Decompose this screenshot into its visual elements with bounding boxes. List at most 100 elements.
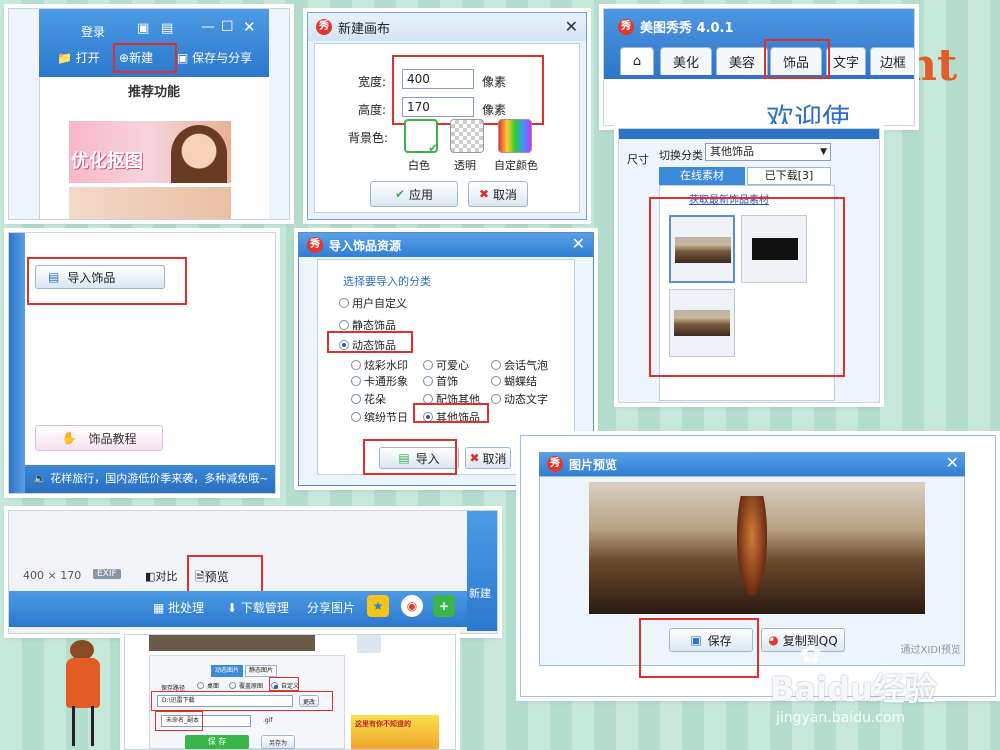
tab-dynamic-image[interactable]: 动态图片 xyxy=(211,665,243,677)
category-select[interactable]: 其他饰品 ▼ xyxy=(705,143,831,161)
sub-option-label: 首饰 xyxy=(436,375,458,388)
download-manager-button[interactable]: ⬇ 下载管理 xyxy=(227,599,289,616)
bg-transparent-label: 透明 xyxy=(454,159,476,172)
ext-select[interactable]: .gif xyxy=(263,717,273,724)
minimize-icon[interactable]: — xyxy=(201,19,215,35)
apply-button[interactable]: ✔ 应用 xyxy=(370,181,458,207)
change-button[interactable]: 更改 xyxy=(299,695,319,707)
message-icon[interactable]: ▣ xyxy=(137,21,149,36)
open-button[interactable]: 📁 打开 xyxy=(57,49,100,66)
compare-button[interactable]: ◧对比 xyxy=(145,568,177,584)
save-button[interactable]: 保 存 xyxy=(185,735,249,749)
tab-online[interactable]: 在线素材 xyxy=(659,167,745,185)
exif-badge[interactable]: EXIF xyxy=(93,569,121,579)
radio-overwrite[interactable]: 覆盖原图 xyxy=(229,681,263,690)
radio-desktop[interactable]: 桌面 xyxy=(197,681,219,690)
main-tabs-panel: 秀 美图秀秀 4.0.1 ⌂ 美化 美容 饰品 文字 边框 欢迎使 xyxy=(603,8,915,126)
radio-dynamic[interactable]: 动态饰品 xyxy=(339,337,396,353)
path-field[interactable]: D:\迅雷下载 xyxy=(157,695,293,707)
material-thumb-1[interactable] xyxy=(669,215,735,283)
tab-beauty[interactable]: 美容 xyxy=(716,47,768,75)
batch-button[interactable]: ▦ 批处理 xyxy=(153,599,204,616)
import-accessory-button[interactable]: ▤ 导入饰品 xyxy=(35,265,165,289)
bg-white-label: 白色 xyxy=(408,159,430,172)
sub-option[interactable]: 首饰 xyxy=(423,373,458,389)
right-edge-strip xyxy=(467,511,497,631)
new-button[interactable]: ⊕新建 xyxy=(119,49,153,66)
sub-option-label: 会话气泡 xyxy=(504,359,548,372)
ad-banner[interactable]: 这里有你不知道的 xyxy=(351,715,439,749)
save-button[interactable]: ▣ 保存 xyxy=(669,628,753,652)
sub-option[interactable]: 缤纷节日 xyxy=(351,409,408,425)
bg-white-swatch[interactable]: ✔ xyxy=(404,119,438,155)
materials-panel: 尺寸 切换分类 其他饰品 ▼ 在线素材 已下载[3] 获取最新饰品素材 xyxy=(618,128,880,403)
tab-home[interactable]: ⌂ xyxy=(620,47,654,75)
cancel-button[interactable]: ✖ 取消 xyxy=(468,181,528,207)
materials-top-strip xyxy=(619,129,879,139)
preview-button[interactable]: 🗎预览 xyxy=(195,568,229,589)
tab-beautify[interactable]: 美化 xyxy=(660,47,712,75)
sub-option[interactable]: 配饰其他 xyxy=(423,391,480,407)
weibo-icon[interactable]: ◉ xyxy=(401,595,423,617)
floppy-icon: ▣ xyxy=(690,633,702,647)
sub-option[interactable]: 花朵 xyxy=(351,391,386,407)
get-materials-link[interactable]: 获取最新饰品素材 xyxy=(689,191,769,206)
tab-accessories[interactable]: 饰品 xyxy=(770,47,822,75)
sub-option[interactable]: 动态文字 xyxy=(491,391,548,407)
marquee-bar[interactable]: 🔈 花样旅行，国内游低价季来袭，多种减免哦~ xyxy=(25,465,275,493)
login-link[interactable]: 登录 xyxy=(81,23,105,40)
close-icon[interactable]: ✕ xyxy=(572,235,585,253)
maximize-icon[interactable]: ☐ xyxy=(221,19,234,35)
add-icon[interactable]: + xyxy=(433,595,455,617)
radio-circle xyxy=(229,682,236,689)
save-share-button[interactable]: ▣ 保存与分享 xyxy=(177,49,252,66)
close-icon[interactable]: ✕ xyxy=(946,454,959,472)
save-share-label: 保存与分享 xyxy=(192,51,253,65)
material-thumb-3[interactable] xyxy=(669,289,735,357)
sub-option-other[interactable]: 其他饰品 xyxy=(423,409,480,425)
sub-option[interactable]: 蝴蝶结 xyxy=(491,373,537,389)
welcome-text: 欢迎使 xyxy=(766,102,851,126)
tab-border[interactable]: 边框 xyxy=(870,47,914,75)
promo-banner[interactable]: 优化抠图 xyxy=(69,121,231,183)
choose-category-prompt: 选择要导入的分类 xyxy=(343,275,431,288)
meitu-logo-icon: 秀 xyxy=(307,237,323,253)
toolbar-panel: 登录 ▣ ▤ — ☐ ✕ 📁 打开 ⊕新建 ▣ 保存与分享 推荐功能 优化抠图 xyxy=(8,8,290,220)
radio-static[interactable]: 静态饰品 xyxy=(339,317,396,333)
promo-text: 优化抠图 xyxy=(71,151,143,172)
figure-legs xyxy=(72,706,94,746)
tab-text[interactable]: 文字 xyxy=(826,47,866,75)
bg-transparent-swatch[interactable] xyxy=(450,119,484,153)
radio-custom[interactable]: 用户自定义 xyxy=(339,295,407,311)
chevron-down-icon: ▼ xyxy=(820,147,827,157)
radio-circle xyxy=(351,360,361,370)
radio-circle xyxy=(423,394,433,404)
dialog-titlebar: 秀图片预览 xyxy=(539,452,965,476)
save-as-button[interactable]: 另存为 xyxy=(261,735,295,749)
width-field[interactable]: 400 xyxy=(402,69,474,89)
sub-option[interactable]: 卡通形象 xyxy=(351,373,408,389)
promo-banner-2[interactable] xyxy=(69,187,231,219)
height-unit: 像素 xyxy=(482,103,507,117)
share-image-button[interactable]: 分享图片 xyxy=(307,599,355,616)
cancel-button[interactable]: ✖ 取消 xyxy=(465,447,511,469)
radio-custom-path[interactable]: 自定义 xyxy=(271,681,299,690)
bg-custom-swatch[interactable] xyxy=(498,119,532,153)
filename-field[interactable]: 未命名_副本 xyxy=(161,715,251,727)
settings-icon[interactable]: ▤ xyxy=(161,21,173,36)
cancel-circle-icon: ✖ xyxy=(478,187,490,201)
sub-option[interactable]: 可爱心 xyxy=(423,357,469,373)
qzone-icon[interactable]: ★ xyxy=(367,595,389,617)
close-icon[interactable]: ✕ xyxy=(565,17,578,36)
thumb-image xyxy=(752,238,798,260)
sub-option[interactable]: 炫彩水印 xyxy=(351,357,408,373)
close-icon[interactable]: ✕ xyxy=(243,18,256,36)
sub-option[interactable]: 会话气泡 xyxy=(491,357,548,373)
height-field[interactable]: 170 xyxy=(402,97,474,117)
watermark-brand: Baidu经验 xyxy=(770,670,937,708)
tutorial-button[interactable]: ✋ 饰品教程 xyxy=(35,425,163,451)
material-thumb-2[interactable] xyxy=(741,215,807,283)
tab-static-image[interactable]: 静态图片 xyxy=(245,665,277,677)
import-button[interactable]: ▤ 导入 xyxy=(379,447,459,469)
tab-downloaded[interactable]: 已下载[3] xyxy=(747,167,831,185)
